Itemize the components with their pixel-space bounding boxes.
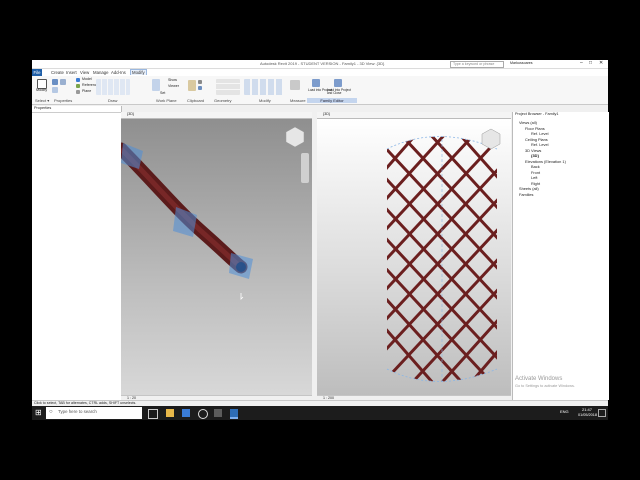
properties-title: Properties [34,106,52,110]
tree-item[interactable]: Ref. Level [531,131,549,136]
panel-properties-label: Properties [54,98,73,103]
tab-addins[interactable]: Add-Ins [111,70,126,75]
task-view-icon[interactable] [148,409,158,419]
workplane-viewer[interactable]: Viewer [168,84,179,89]
taskbar: ⊞ Type here to search ○ ENG 21:47 01/05/… [32,406,608,420]
search-icon: ○ [49,409,53,415]
panel-measure-label: Measure [290,98,306,103]
family-types-icon[interactable] [60,79,66,85]
paste-icon[interactable] [188,80,196,91]
search-input[interactable]: Type a keyword or phrase [450,61,504,68]
load-into-project-icon[interactable] [312,79,320,87]
copy-icon[interactable] [198,86,202,90]
modify-tools[interactable] [244,79,284,95]
view-tab-left[interactable]: {3D} [121,112,312,119]
panel-select-label[interactable]: Select ▾ [35,98,49,103]
view-tab-left-label: {3D} [127,112,134,116]
view-tab-right[interactable]: {3D} [317,112,511,119]
panel-workplane-label: Work Plane [156,98,177,103]
properties-icon[interactable] [52,79,58,85]
panel-family-editor-label: Family Editor [307,98,357,103]
ribbon-tabs: File Create Insert View Manage Add-Ins M… [32,69,608,76]
draw-tools-gallery[interactable] [96,79,130,95]
model-line-label[interactable]: Model [82,77,92,82]
view-tab-right-label: {3D} [323,112,330,116]
measure-icon[interactable] [290,80,300,90]
file-explorer-icon[interactable] [166,409,174,417]
reference-icon[interactable] [76,84,80,88]
chrome-icon[interactable] [198,409,208,419]
tab-create[interactable]: Create [51,70,64,75]
plane-label[interactable]: Plane [82,89,91,94]
tree-item[interactable]: Back [531,164,540,169]
tree-item[interactable]: Sheets (all) [519,186,539,191]
revit-window: Autodesk Revit 2019 - STUDENT VERSION - … [32,60,609,407]
family-category-icon[interactable] [52,87,58,93]
model-line-icon[interactable] [76,78,80,82]
revit-taskbar-icon[interactable] [230,409,238,419]
tree-item[interactable]: Left [531,175,538,180]
clock-date[interactable]: 01/05/2018 [578,413,597,418]
clock-time[interactable]: 21:47 [582,408,592,412]
project-browser-title: Project Browser - Family1 [515,112,559,116]
panel-draw-label: Draw [108,98,118,103]
modify-tool-label: Modify [36,88,48,92]
set-workplane[interactable]: Set [160,91,165,96]
panel-geometry-label: Geometry [214,98,232,103]
plane-icon[interactable] [76,90,80,94]
rebar-closeup-drawing [114,126,309,300]
geometry-tools[interactable] [216,79,240,95]
project-browser[interactable]: Project Browser - Family1 Views (all) Fl… [512,112,609,400]
notifications-icon[interactable] [598,409,606,417]
tab-insert[interactable]: Insert [66,70,77,75]
ribbon: Modify Model Reference Plane Show Set Vi… [32,76,608,105]
activate-windows-watermark: Activate Windows [515,376,563,382]
store-icon[interactable] [182,409,190,417]
set-workplane-icon[interactable] [152,79,160,91]
tab-view[interactable]: View [80,70,89,75]
maximize-button[interactable]: □ [589,61,592,66]
tab-modify[interactable]: Modify [130,69,147,75]
3d-view-right-canvas[interactable] [317,119,511,395]
properties-header: Properties [32,106,121,113]
tree-item[interactable]: Ref. Level [531,142,549,147]
tab-manage[interactable]: Manage [93,70,109,75]
show-workplane[interactable]: Show [168,78,177,83]
title-bar: Autodesk Revit 2019 - STUDENT VERSION - … [32,60,608,69]
tree-item[interactable]: Views (all) [519,120,537,125]
properties-panel[interactable]: Properties [32,106,122,400]
tab-file[interactable]: File [32,69,42,76]
panel-modify-label: Modify [259,98,271,103]
user-name[interactable]: Markussoares [510,61,533,66]
minimize-button[interactable]: – [580,61,583,66]
panel-clipboard-label: Clipboard [187,98,205,103]
taskbar-search-input[interactable]: Type here to search ○ [46,407,142,419]
activate-windows-subtext: Go to Settings to activate Windows. [515,384,575,388]
language-indicator[interactable]: ENG [560,410,569,414]
windows-start-icon[interactable]: ⊞ [35,409,42,417]
rebar-cage-drawing [386,128,501,382]
load-into-project-close-icon[interactable] [334,79,342,87]
load-into-project-close-label[interactable]: Load into Project and Close [327,88,357,95]
tree-item[interactable]: {3D} [531,153,539,158]
cut-icon[interactable] [198,80,202,84]
tree-item[interactable]: Families [519,192,533,197]
window-title: Autodesk Revit 2019 - STUDENT VERSION - … [260,61,385,66]
app-icon[interactable] [214,409,222,417]
close-button[interactable]: ✕ [599,61,603,66]
3d-view-left-canvas[interactable] [114,119,312,395]
